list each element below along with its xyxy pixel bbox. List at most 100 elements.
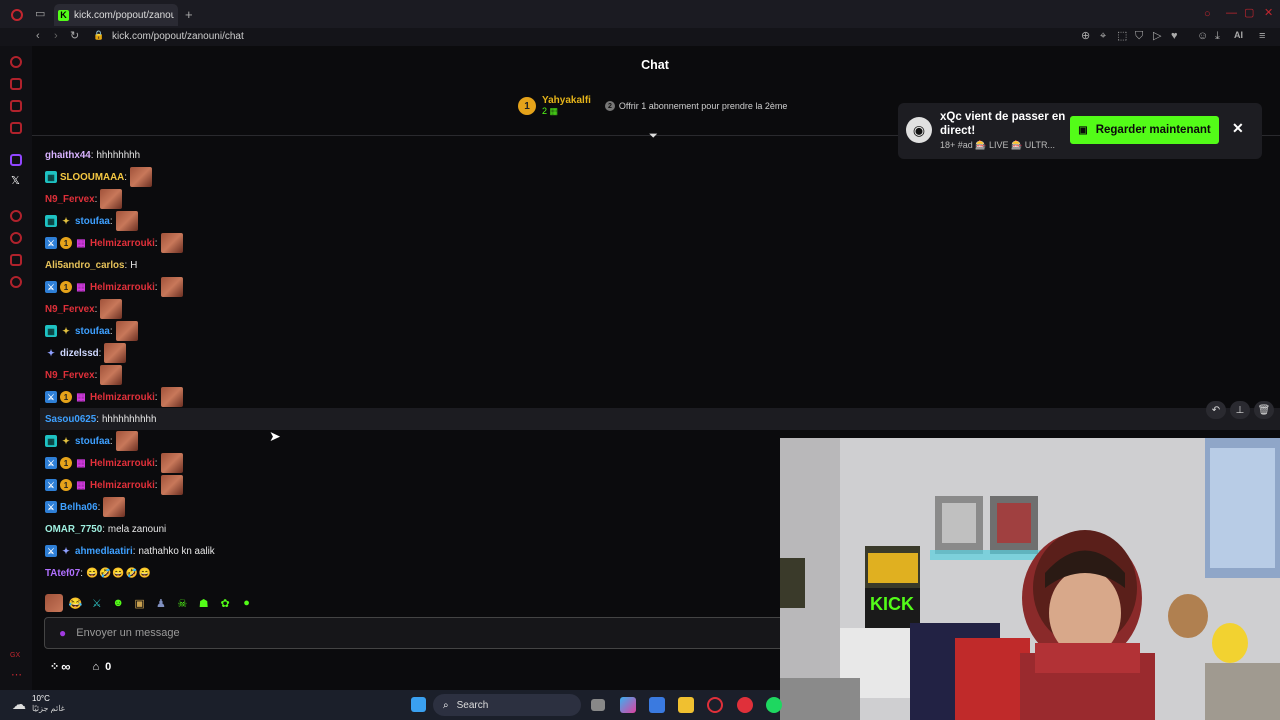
- chat-message[interactable]: ⚔ 1 ▦ Helmizarrouki:: [45, 474, 183, 496]
- menu-icon[interactable]: ≡: [1259, 31, 1265, 42]
- emote-icon[interactable]: [160, 453, 183, 473]
- sidebar-refresh-icon[interactable]: [10, 56, 22, 68]
- subscriber-badge-icon[interactable]: ▦: [45, 171, 57, 183]
- pin-icon[interactable]: ⌖: [1100, 31, 1106, 42]
- store-app-icon[interactable]: [649, 697, 665, 713]
- taskbar-search[interactable]: ⌕ Search: [433, 694, 581, 716]
- emote-icon[interactable]: [100, 365, 123, 385]
- vip-badge-icon[interactable]: ⚔: [45, 545, 57, 557]
- emote-person-icon[interactable]: ♟: [152, 594, 170, 612]
- opera-logo-icon[interactable]: [11, 9, 23, 21]
- copilot-icon[interactable]: [620, 697, 636, 713]
- chat-message[interactable]: ⚔ ✦ ahmedlaatiri: nathahko kn aalik: [45, 540, 215, 562]
- emote-icon[interactable]: [115, 211, 138, 231]
- sidebar-player-icon[interactable]: [10, 210, 22, 222]
- chat-message[interactable]: Sasou0625: hhhhhhhhhh: [40, 408, 1280, 430]
- play-icon[interactable]: ▷: [1153, 31, 1161, 42]
- emote-icon[interactable]: [104, 343, 127, 363]
- chat-message[interactable]: OMAR_7750: mela zanouni: [45, 518, 166, 540]
- founder-badge-icon[interactable]: 1: [60, 457, 72, 469]
- delete-icon[interactable]: 🗑: [1254, 401, 1274, 419]
- store-icon[interactable]: ⌂: [93, 661, 100, 673]
- chat-username[interactable]: SLOOUMAAA: [60, 172, 124, 183]
- vip-badge-icon[interactable]: ⚔: [45, 501, 57, 513]
- chat-message[interactable]: ⚔ 1 ▦ Helmizarrouki:: [45, 452, 183, 474]
- vip-badge-icon[interactable]: ⚔: [45, 237, 57, 249]
- task-view-icon[interactable]: [591, 699, 605, 711]
- chat-message[interactable]: TAtef07: 😄🤣😄🤣😄: [45, 562, 152, 584]
- vip-badge-icon[interactable]: ⚔: [45, 457, 57, 469]
- emote-icon[interactable]: [160, 475, 183, 495]
- pin-message-icon[interactable]: ⊥: [1230, 401, 1250, 419]
- spotify-icon[interactable]: [766, 697, 782, 713]
- sidebar-twitch-icon[interactable]: [10, 154, 22, 166]
- watch-now-button[interactable]: ▣ Regarder maintenant: [1070, 116, 1219, 144]
- og-badge-icon[interactable]: ✦: [60, 215, 72, 227]
- tab-menu-icon[interactable]: ▭: [35, 9, 45, 20]
- search-tabs-icon[interactable]: ○: [1204, 9, 1211, 20]
- chat-username[interactable]: stoufaa: [75, 436, 110, 447]
- account-icon[interactable]: ☺: [1197, 31, 1208, 42]
- chat-username[interactable]: stoufaa: [75, 326, 110, 337]
- emote-icon[interactable]: [103, 497, 126, 517]
- weather-widget[interactable]: ☁ 10°C غائم جزئيًا: [12, 694, 65, 714]
- pinned-gifter[interactable]: 1 Yahyakalfi 2 ▦ 2 Offrir 1 abonnement p…: [518, 93, 787, 119]
- download-icon[interactable]: ⤓: [1215, 31, 1220, 42]
- filter-icon[interactable]: ⏷: [649, 130, 658, 143]
- chat-username[interactable]: ahmedlaatiri: [75, 546, 133, 557]
- founder-badge-icon[interactable]: 1: [60, 237, 72, 249]
- emote-icon[interactable]: [160, 277, 183, 297]
- emote-icon[interactable]: [129, 167, 152, 187]
- chat-username[interactable]: N9_Fervex: [45, 304, 95, 315]
- gifter-badge-icon[interactable]: ▦: [75, 237, 87, 249]
- chat-username[interactable]: stoufaa: [75, 216, 110, 227]
- sidebar-settings-icon[interactable]: [10, 276, 22, 288]
- og-badge-icon[interactable]: ✦: [60, 325, 72, 337]
- chat-message[interactable]: N9_Fervex:: [45, 298, 123, 320]
- chat-username[interactable]: Belha06: [60, 502, 98, 513]
- gifter-badge-icon[interactable]: ▦: [75, 479, 87, 491]
- chat-username[interactable]: N9_Fervex: [45, 370, 95, 381]
- chat-username[interactable]: Ali5andro_carlos: [45, 260, 125, 271]
- close-notification-icon[interactable]: ✕: [1232, 120, 1244, 137]
- sidebar-messenger-icon[interactable]: [10, 100, 22, 112]
- gift-offer[interactable]: 2 Offrir 1 abonnement pour prendre la 2è…: [604, 101, 787, 111]
- sidebar-x-icon[interactable]: 𝕏: [11, 176, 20, 187]
- chat-username[interactable]: Sasou0625: [45, 414, 96, 425]
- reply-icon[interactable]: ↶: [1206, 401, 1226, 419]
- ai-icon[interactable]: AI: [1234, 31, 1243, 40]
- chat-username[interactable]: ghaithx44: [45, 150, 91, 161]
- chat-message[interactable]: ▦ ✦ stoufaa:: [45, 210, 138, 232]
- vip-badge-icon[interactable]: ⚔: [45, 391, 57, 403]
- heart-icon[interactable]: ♥: [1171, 31, 1178, 42]
- close-window-icon[interactable]: ✕: [1264, 8, 1273, 19]
- sidebar-bag-icon[interactable]: [10, 78, 22, 90]
- sidebar-chat-icon[interactable]: [10, 122, 22, 134]
- chat-message[interactable]: ⚔ 1 ▦ Helmizarrouki:: [45, 386, 183, 408]
- opera-gx-taskbar-icon[interactable]: [707, 697, 723, 713]
- points-icon[interactable]: ⁘: [50, 660, 59, 673]
- emote-face-icon[interactable]: [45, 594, 63, 612]
- gifter-badge-icon[interactable]: ▦: [75, 457, 87, 469]
- chat-message[interactable]: ⚔ Belha06:: [45, 496, 126, 518]
- chat-message[interactable]: ⚔ 1 ▦ Helmizarrouki:: [45, 232, 183, 254]
- chat-message[interactable]: ▦ ✦ stoufaa:: [45, 430, 138, 452]
- founder-badge-icon[interactable]: 1: [60, 391, 72, 403]
- og-badge-icon[interactable]: ✦: [60, 435, 72, 447]
- emote-icon[interactable]: [160, 387, 183, 407]
- chat-message[interactable]: ⚔ 1 ▦ Helmizarrouki:: [45, 276, 183, 298]
- chat-username[interactable]: Helmizarrouki: [90, 480, 155, 491]
- browser-tab[interactable]: K kick.com/popout/zanouni/: [54, 4, 178, 26]
- chat-username[interactable]: Helmizarrouki: [90, 282, 155, 293]
- sidebar-history-icon[interactable]: [10, 232, 22, 244]
- zoom-icon[interactable]: ⊕: [1081, 31, 1090, 42]
- chat-username[interactable]: N9_Fervex: [45, 194, 95, 205]
- vip-badge-icon[interactable]: ⚔: [45, 479, 57, 491]
- emote-green-icon[interactable]: ☻: [109, 594, 127, 612]
- maximize-icon[interactable]: ▢: [1244, 8, 1254, 19]
- windows-start-icon[interactable]: [411, 697, 426, 712]
- og-badge-icon[interactable]: ✦: [60, 545, 72, 557]
- chat-message[interactable]: ▦ ✦ stoufaa:: [45, 320, 138, 342]
- chat-username[interactable]: TAtef07: [45, 568, 80, 579]
- url-text[interactable]: kick.com/popout/zanouni/chat: [112, 31, 244, 42]
